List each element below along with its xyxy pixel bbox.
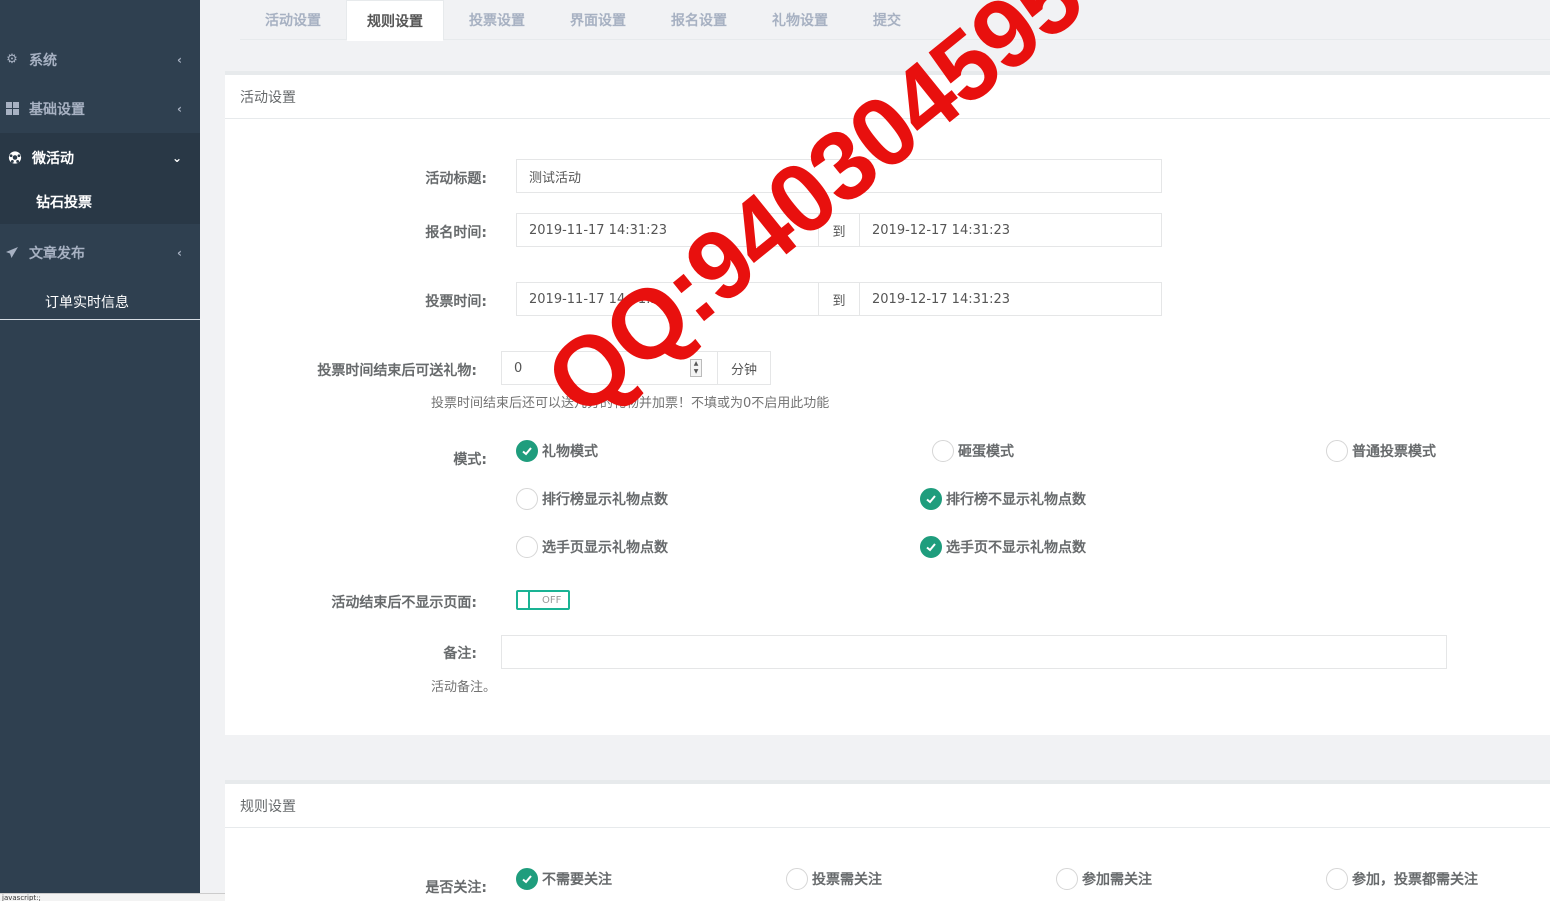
check-icon [920,488,942,510]
rank-show-points-radio[interactable]: 排行榜显示礼物点数 [516,488,668,510]
rule-settings-panel: 规则设置 是否关注: 不需要关注 投票需关注 参加需关注 参加，投票都需关注 [225,780,1550,901]
sidebar-item-label: 基础设置 [29,101,85,118]
activity-title-label: 活动标题: [425,171,487,187]
follow-label: 是否关注: [425,880,487,896]
radio-label: 选手页显示礼物点数 [542,540,668,556]
browser-status-bar: javascript:; [0,893,244,901]
gift-after-unit-addon: 分钟 [717,351,771,385]
spin-up-icon[interactable]: ▲ [691,360,701,368]
chevron-left-icon: ‹ [177,101,182,116]
remark-label: 备注: [443,646,477,662]
radio-label: 礼物模式 [542,444,598,460]
spin-down-icon[interactable]: ▼ [691,368,701,376]
radio-circle [786,868,808,890]
check-icon [516,440,538,462]
chevron-left-icon: ‹ [177,52,182,67]
hide-after-end-toggle[interactable]: OFF [516,590,570,610]
hide-after-end-label: 活动结束后不显示页面: [331,595,477,611]
sidebar-item-label: 微活动 [32,150,74,167]
radio-circle [516,536,538,558]
signup-end-input[interactable]: 2019-12-17 14:31:23 [859,213,1162,247]
gift-after-number-input[interactable]: 0 [501,351,718,385]
tab-gift-settings[interactable]: 礼物设置 [752,0,848,40]
mode-egg-radio[interactable]: 砸蛋模式 [932,440,1014,462]
follow-not-required-radio[interactable]: 不需要关注 [516,868,612,890]
chevron-left-icon: ‹ [177,245,182,260]
gift-after-value: 0 [514,360,523,376]
player-hide-points-radio[interactable]: 选手页不显示礼物点数 [920,536,1086,558]
radio-circle [932,440,954,462]
paper-plane-icon [5,246,19,260]
radio-circle [516,488,538,510]
follow-vote-required-radio[interactable]: 投票需关注 [786,868,882,890]
chevron-down-icon: ⌄ [171,150,182,165]
tab-interface-settings[interactable]: 界面设置 [550,0,646,40]
tab-rule-settings[interactable]: 规则设置 [346,0,444,41]
toggle-text: OFF [542,594,562,606]
gift-after-label: 投票时间结束后可送礼物: [317,363,477,379]
radio-label: 普通投票模式 [1352,444,1436,460]
settings-tabs: 活动设置 规则设置 投票设置 界面设置 报名设置 礼物设置 提交 [240,0,1550,41]
sidebar-item-label: 系统 [29,52,57,69]
signup-to-addon: 到 [818,213,860,247]
follow-join-required-radio[interactable]: 参加需关注 [1056,868,1152,890]
toggle-knob [518,592,530,608]
grid-icon [5,102,19,116]
radio-label: 砸蛋模式 [958,444,1014,460]
vote-start-input[interactable]: 2019-11-17 14:31:23 [516,282,819,316]
gear-icon: ⚙ [6,52,18,67]
sidebar-item-basic-settings[interactable]: 基础设置 ‹ [0,84,200,133]
sidebar-item-label: 文章发布 [29,245,85,262]
activity-title-input[interactable]: 测试活动 [516,159,1162,193]
radio-circle [1326,440,1348,462]
tab-vote-settings[interactable]: 投票设置 [449,0,545,40]
follow-both-required-radio[interactable]: 参加，投票都需关注 [1326,868,1478,890]
sidebar: ⚙ 系统 ‹ 基础设置 ‹ 微活动 ⌄ 钻石投票 文章发布 ‹ 订单实时信息 [0,0,200,893]
gift-after-help: 投票时间结束后还可以送几分的礼物并加票！不填或为0不启用此功能 [431,396,830,411]
panel-title: 活动设置 [225,75,1550,119]
sidebar-item-system[interactable]: ⚙ 系统 ‹ [0,35,200,84]
mode-gift-radio[interactable]: 礼物模式 [516,440,598,462]
vote-to-addon: 到 [818,282,860,316]
player-show-points-radio[interactable]: 选手页显示礼物点数 [516,536,668,558]
sidebar-item-order-realtime[interactable]: 订单实时信息 [0,284,200,320]
radio-circle [1056,868,1078,890]
vote-time-label: 投票时间: [425,294,487,310]
radio-circle [1326,868,1348,890]
check-icon [516,868,538,890]
radio-label: 排行榜不显示礼物点数 [946,492,1086,508]
signup-start-input[interactable]: 2019-11-17 14:31:23 [516,213,819,247]
radio-label: 排行榜显示礼物点数 [542,492,668,508]
radio-label: 投票需关注 [812,872,882,888]
check-icon [920,536,942,558]
number-spinner[interactable]: ▲ ▼ [690,359,702,377]
signup-time-label: 报名时间: [425,225,487,241]
radio-label: 不需要关注 [542,872,612,888]
sidebar-item-article-publish[interactable]: 文章发布 ‹ [0,228,200,277]
panel-title: 规则设置 [225,784,1550,828]
radio-label: 选手页不显示礼物点数 [946,540,1086,556]
vote-end-input[interactable]: 2019-12-17 14:31:23 [859,282,1162,316]
activity-settings-panel: 活动设置 活动标题: 测试活动 报名时间: 2019-11-17 14:31:2… [225,71,1550,735]
sidebar-subitem-diamond-vote[interactable]: 钻石投票 [0,180,200,224]
remark-help: 活动备注。 [431,680,497,695]
tab-submit[interactable]: 提交 [853,0,921,40]
sidebar-item-micro-activity[interactable]: 微活动 ⌄ [0,133,200,182]
rank-hide-points-radio[interactable]: 排行榜不显示礼物点数 [920,488,1086,510]
radio-label: 参加，投票都需关注 [1352,872,1478,888]
radio-label: 参加需关注 [1082,872,1152,888]
mode-normal-vote-radio[interactable]: 普通投票模式 [1326,440,1436,462]
mode-label: 模式: [453,452,487,468]
soccer-ball-icon [8,151,22,165]
tab-activity-settings[interactable]: 活动设置 [245,0,341,40]
tab-signup-settings[interactable]: 报名设置 [651,0,747,40]
remark-input[interactable] [501,635,1447,669]
